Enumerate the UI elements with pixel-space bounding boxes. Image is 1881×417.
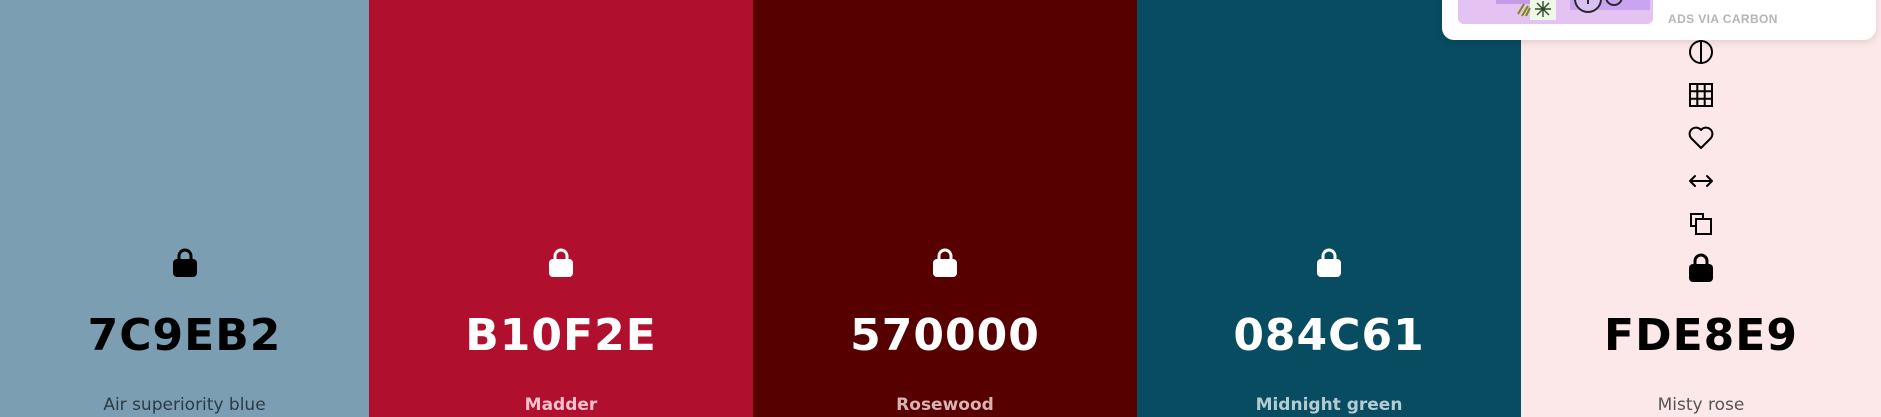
color-name[interactable]: Air superiority blue <box>0 395 369 415</box>
hex-code[interactable]: B10F2E <box>369 310 753 361</box>
ad-artwork <box>1458 0 1653 24</box>
lock-button[interactable] <box>546 245 576 279</box>
lock-icon <box>549 248 573 277</box>
color-swatch-midnight-green[interactable]: 084C61 Midnight green <box>1137 0 1521 417</box>
color-name[interactable]: Rosewood <box>753 395 1137 415</box>
palette: 7C9EB2 Air superiority blue B10F2E Madde… <box>0 0 1881 417</box>
contrast-button[interactable] <box>1685 36 1717 68</box>
lock-icon <box>1689 253 1713 282</box>
copy-icon <box>1690 213 1712 235</box>
ads-via-carbon-link[interactable]: ADS VIA CARBON <box>1668 12 1778 26</box>
ad-card[interactable]: ADS VIA CARBON <box>1442 0 1876 40</box>
color-swatch-madder[interactable]: B10F2E Madder <box>369 0 753 417</box>
color-swatch-air-superiority-blue[interactable]: 7C9EB2 Air superiority blue <box>0 0 369 417</box>
lock-icon <box>933 248 957 277</box>
color-name[interactable]: Midnight green <box>1137 395 1521 415</box>
lock-button[interactable] <box>930 245 960 279</box>
hex-code[interactable]: 7C9EB2 <box>0 310 369 361</box>
color-swatch-rosewood[interactable]: 570000 Rosewood <box>753 0 1137 417</box>
lock-icon <box>1317 248 1341 277</box>
heart-icon <box>1688 126 1714 149</box>
color-name[interactable]: Madder <box>369 395 753 415</box>
lock-button[interactable] <box>1314 245 1344 279</box>
hex-code[interactable]: 570000 <box>753 310 1137 361</box>
copy-button[interactable] <box>1685 208 1717 240</box>
grid-icon <box>1689 83 1713 107</box>
drag-button[interactable] <box>1685 165 1717 197</box>
shades-button[interactable] <box>1685 79 1717 111</box>
hex-code[interactable]: FDE8E9 <box>1521 310 1881 361</box>
color-swatch-misty-rose[interactable]: FDE8E9 Misty rose <box>1521 0 1881 417</box>
hex-code[interactable]: 084C61 <box>1137 310 1521 361</box>
color-name[interactable]: Misty rose <box>1521 395 1881 415</box>
lock-button[interactable] <box>170 245 200 279</box>
contrast-icon <box>1689 40 1713 64</box>
ad-image[interactable] <box>1458 0 1653 24</box>
favorite-button[interactable] <box>1685 122 1717 154</box>
lock-icon <box>172 248 197 277</box>
lock-button[interactable] <box>1685 251 1717 283</box>
arrows-horizontal-icon <box>1689 175 1713 187</box>
swatch-toolbar <box>1685 36 1717 294</box>
